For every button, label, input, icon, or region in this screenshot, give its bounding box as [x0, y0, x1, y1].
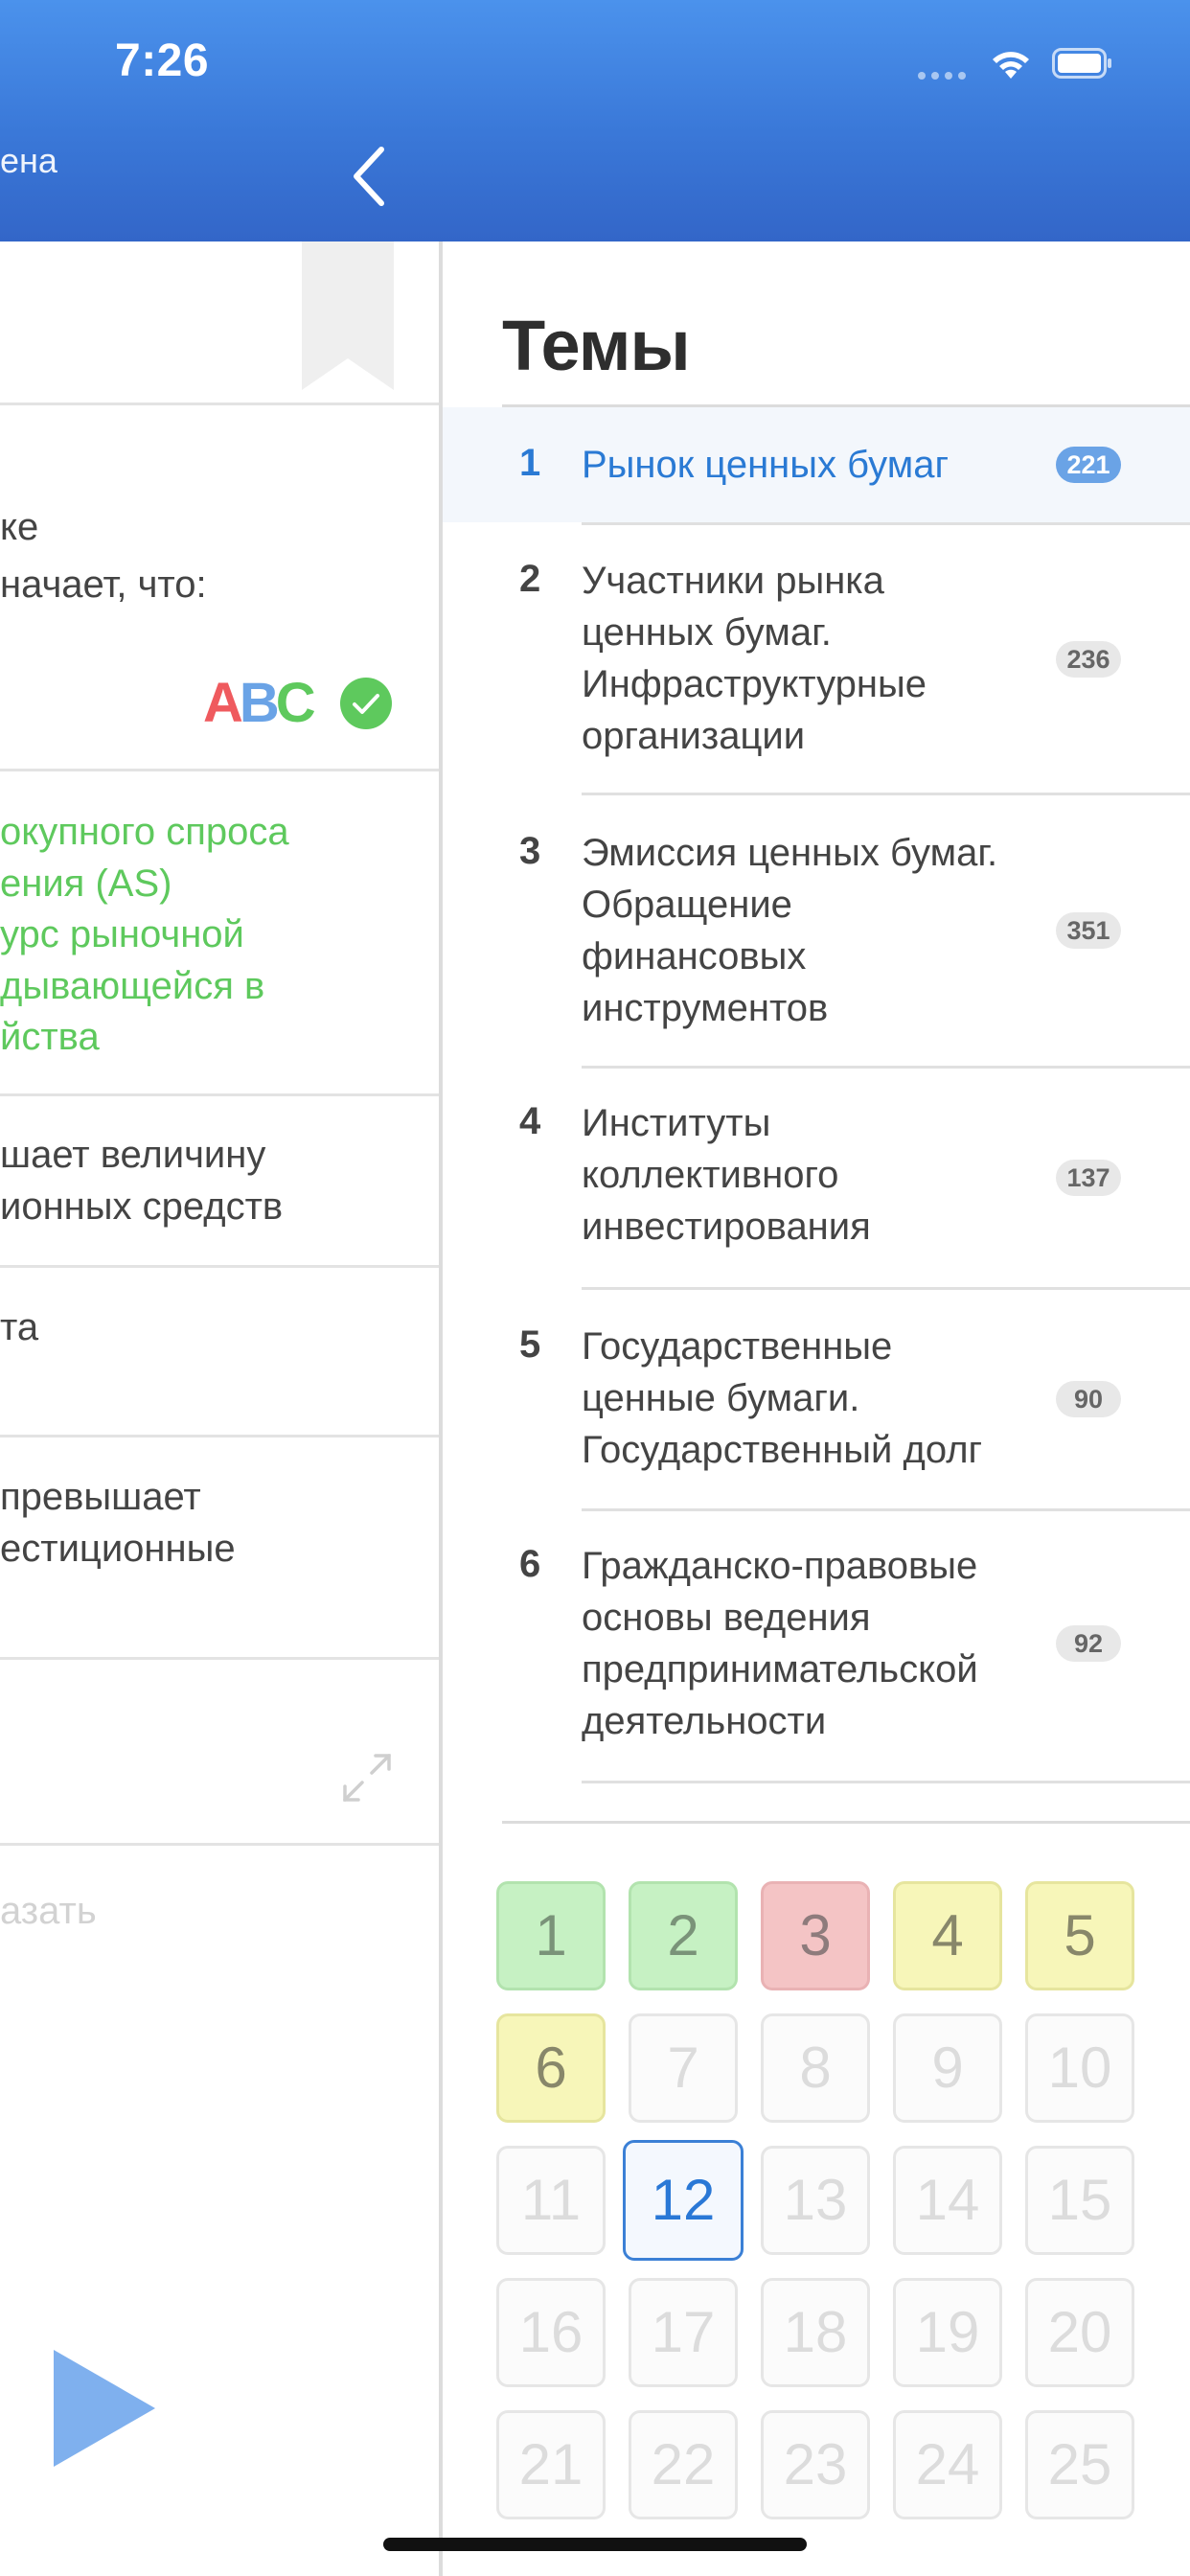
topic-row-1[interactable]: 1 Рынок ценных бумаг 221	[443, 407, 1190, 525]
separator	[0, 1265, 439, 1268]
question-cell-4[interactable]: 4	[893, 1881, 1002, 1990]
separator	[582, 1781, 1190, 1783]
question-cell-9[interactable]: 9	[893, 2013, 1002, 2123]
answer-line: йства	[0, 1016, 100, 1058]
separator	[0, 1435, 439, 1438]
topic-name-line: Государственные	[582, 1325, 893, 1368]
question-cell-18[interactable]: 18	[761, 2278, 870, 2387]
answer-line: урс рыночной	[0, 913, 244, 955]
question-cell-20[interactable]: 20	[1025, 2278, 1134, 2387]
topic-count-badge: 137	[1056, 1160, 1121, 1196]
topic-name-line: ценных бумаг.	[582, 611, 832, 654]
answer-line: ионных средств	[0, 1185, 284, 1228]
question-cell-23[interactable]: 23	[761, 2410, 870, 2519]
topic-name-line: Гражданско-правовые	[582, 1545, 978, 1587]
question-cell-24[interactable]: 24	[893, 2410, 1002, 2519]
topic-name-line: финансовых	[582, 935, 807, 978]
topic-row-3[interactable]: 3 Эмиссия ценных бумаг. Обращение финанс…	[443, 795, 1190, 1069]
topics-title: Темы	[502, 306, 691, 385]
topic-name-line: Институты	[582, 1102, 771, 1144]
question-text-line: начает, что:	[0, 564, 207, 606]
answer-line: ения (AS)	[0, 862, 172, 905]
question-cell-2[interactable]: 2	[629, 1881, 738, 1990]
separator	[0, 402, 439, 405]
question-cell-8[interactable]: 8	[761, 2013, 870, 2123]
question-cell-13[interactable]: 13	[761, 2146, 870, 2255]
separator	[0, 1093, 439, 1096]
topic-number: 3	[519, 830, 541, 872]
topic-number: 5	[519, 1323, 541, 1366]
topic-number: 2	[519, 558, 541, 600]
separator	[0, 1657, 439, 1660]
status-time: 7:26	[115, 35, 210, 86]
topic-count-badge: 90	[1056, 1381, 1121, 1417]
topic-row-6[interactable]: 6 Гражданско-правовые основы ведения пре…	[443, 1510, 1190, 1783]
answer-line: дывающейся в	[0, 965, 265, 1007]
cellular-signal-icon	[918, 67, 973, 80]
topic-name-line: организации	[582, 715, 806, 757]
topic-row-5[interactable]: 5 Государственные ценные бумаги. Государ…	[443, 1289, 1190, 1511]
question-cell-3[interactable]: 3	[761, 1881, 870, 1990]
separator	[0, 1843, 439, 1846]
answer-line: окупного спроса	[0, 811, 289, 853]
topic-name-line: Эмиссия ценных бумаг.	[582, 832, 998, 874]
question-cell-17[interactable]: 17	[629, 2278, 738, 2387]
back-label[interactable]: ена	[0, 141, 57, 181]
topic-name-line: Рынок ценных бумаг	[582, 444, 950, 486]
question-cell-6[interactable]: 6	[496, 2013, 606, 2123]
home-indicator[interactable]	[383, 2538, 807, 2551]
question-cell-14[interactable]: 14	[893, 2146, 1002, 2255]
topic-name-line: Участники рынка	[582, 560, 884, 602]
separator	[0, 769, 439, 771]
bookmark-icon[interactable]	[302, 242, 394, 390]
answer-line: та	[0, 1306, 39, 1348]
question-cell-21[interactable]: 21	[496, 2410, 606, 2519]
topic-name-line: предпринимательской	[582, 1648, 978, 1690]
topic-name-line: Инфраструктурные	[582, 663, 927, 705]
abc-icon: ABC	[203, 672, 316, 734]
topic-name-line: коллективного	[582, 1154, 839, 1196]
topic-name-line: Государственный долг	[582, 1429, 983, 1471]
answer-line: шает величину	[0, 1134, 266, 1176]
question-pane: ке начает, что: ABC окупного спроса ения…	[0, 242, 439, 2576]
question-cell-1[interactable]: 1	[496, 1881, 606, 1990]
topic-count-badge: 351	[1056, 912, 1121, 949]
topic-name-line: инструментов	[582, 987, 829, 1029]
separator	[502, 1821, 1190, 1824]
expand-icon[interactable]	[339, 1750, 395, 1806]
question-cell-15[interactable]: 15	[1025, 2146, 1134, 2255]
play-icon[interactable]	[54, 2350, 155, 2467]
topic-name-line: ценные бумаги.	[582, 1377, 860, 1419]
question-text-line: ке	[0, 506, 39, 548]
topic-count-badge: 236	[1056, 641, 1121, 678]
topic-number: 1	[519, 442, 541, 484]
question-cell-5[interactable]: 5	[1025, 1881, 1134, 1990]
topic-row-4[interactable]: 4 Институты коллективного инвестирования…	[443, 1068, 1190, 1290]
wifi-icon	[993, 52, 1029, 79]
topic-name-line: деятельности	[582, 1700, 827, 1742]
topic-name-line: инвестирования	[582, 1206, 871, 1248]
topic-count-badge: 92	[1056, 1625, 1121, 1662]
question-cell-19[interactable]: 19	[893, 2278, 1002, 2387]
question-cell-10[interactable]: 10	[1025, 2013, 1134, 2123]
question-cell-11[interactable]: 11	[496, 2146, 606, 2255]
topic-number: 6	[519, 1543, 541, 1585]
chevron-left-icon[interactable]	[345, 142, 399, 211]
check-circle-icon	[340, 678, 392, 729]
topic-count-badge: 221	[1056, 447, 1121, 483]
topic-row-2[interactable]: 2 Участники рынка ценных бумаг. Инфрастр…	[443, 525, 1190, 795]
question-cell-16[interactable]: 16	[496, 2278, 606, 2387]
show-answer-button[interactable]: азать	[0, 1890, 97, 1933]
topic-name-line: основы ведения	[582, 1597, 871, 1639]
topic-number: 4	[519, 1100, 541, 1142]
question-cell-22[interactable]: 22	[629, 2410, 738, 2519]
battery-icon	[1052, 48, 1111, 79]
question-cell-12[interactable]: 12	[623, 2140, 744, 2261]
question-cell-25[interactable]: 25	[1025, 2410, 1134, 2519]
answer-line: естиционные	[0, 1528, 236, 1570]
topic-name-line: Обращение	[582, 884, 792, 926]
question-cell-7[interactable]: 7	[629, 2013, 738, 2123]
answer-line: превышает	[0, 1476, 201, 1518]
